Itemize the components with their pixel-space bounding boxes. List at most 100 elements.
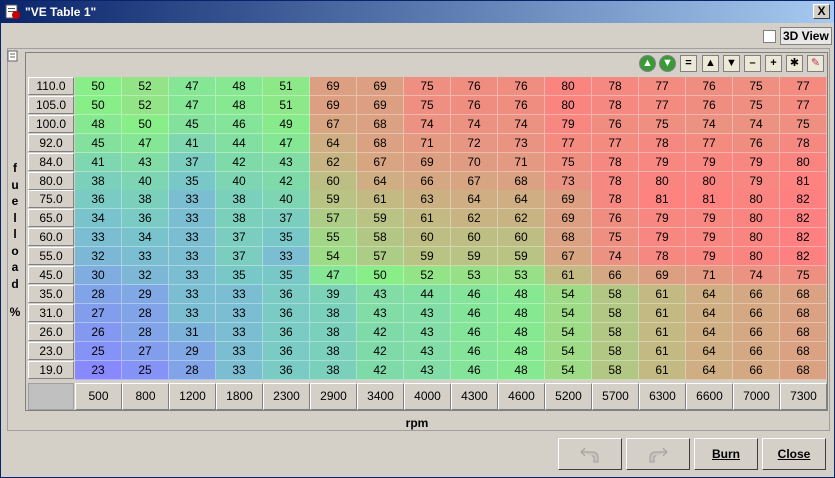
table-cell[interactable]: 63 [404, 190, 451, 210]
table-cell[interactable]: 67 [451, 171, 498, 191]
table-cell[interactable]: 75 [545, 152, 592, 172]
table-cell[interactable]: 67 [545, 247, 592, 267]
table-cell[interactable]: 33 [216, 341, 263, 361]
table-cell[interactable]: 46 [451, 322, 498, 342]
table-cell[interactable]: 36 [122, 209, 169, 229]
table-cell[interactable]: 78 [592, 171, 639, 191]
table-cell[interactable]: 68 [545, 228, 592, 248]
table-cell[interactable]: 44 [404, 284, 451, 304]
table-cell[interactable]: 78 [592, 190, 639, 210]
table-cell[interactable]: 36 [263, 322, 310, 342]
y-axis-cell[interactable]: 84.0 [28, 152, 74, 171]
table-cell[interactable]: 79 [733, 171, 780, 191]
table-cell[interactable]: 79 [686, 209, 733, 229]
table-cell[interactable]: 43 [404, 360, 451, 380]
table-cell[interactable]: 38 [310, 341, 357, 361]
table-cell[interactable]: 81 [780, 171, 827, 191]
table-cell[interactable]: 38 [310, 322, 357, 342]
table-cell[interactable]: 48 [75, 114, 122, 134]
table-cell[interactable]: 82 [780, 209, 827, 229]
table-cell[interactable]: 76 [498, 95, 545, 115]
table-cell[interactable]: 79 [639, 152, 686, 172]
y-axis-cell[interactable]: 75.0 [28, 190, 74, 209]
table-cell[interactable]: 47 [310, 266, 357, 285]
y-axis-cell[interactable]: 110.0 [28, 77, 74, 95]
table-cell[interactable]: 74 [451, 114, 498, 134]
table-cell[interactable]: 77 [780, 95, 827, 115]
table-cell[interactable]: 79 [686, 228, 733, 248]
table-cell[interactable]: 66 [733, 284, 780, 304]
table-cell[interactable]: 76 [592, 114, 639, 134]
table-cell[interactable]: 40 [263, 190, 310, 210]
view-3d-checkbox[interactable] [763, 30, 776, 43]
x-axis-cell[interactable]: 800 [122, 383, 169, 410]
table-cell[interactable]: 48 [498, 322, 545, 342]
table-cell[interactable]: 51 [263, 95, 310, 115]
table-cell[interactable]: 33 [169, 266, 216, 285]
x-axis-cell[interactable]: 4600 [498, 383, 545, 410]
table-cell[interactable]: 37 [263, 209, 310, 229]
y-axis-cell[interactable]: 100.0 [28, 114, 74, 133]
table-cell[interactable]: 42 [263, 171, 310, 191]
multiply-icon[interactable]: ✱ [786, 55, 803, 72]
y-axis-cell[interactable]: 80.0 [28, 171, 74, 190]
table-cell[interactable]: 59 [404, 247, 451, 267]
close-button[interactable]: Close [762, 438, 826, 470]
table-cell[interactable]: 49 [263, 114, 310, 134]
table-cell[interactable]: 33 [216, 360, 263, 380]
table-cell[interactable]: 80 [639, 171, 686, 191]
table-cell[interactable]: 46 [451, 284, 498, 304]
pencil-icon[interactable]: ✎ [807, 55, 824, 72]
table-cell[interactable]: 46 [216, 114, 263, 134]
table-cell[interactable]: 75 [733, 77, 780, 96]
table-cell[interactable]: 33 [216, 303, 263, 323]
y-axis-cell[interactable]: 45.0 [28, 266, 74, 284]
table-cell[interactable]: 39 [310, 284, 357, 304]
minus-icon[interactable]: – [744, 55, 761, 72]
table-cell[interactable]: 42 [216, 152, 263, 172]
table-cell[interactable]: 71 [686, 266, 733, 285]
table-cell[interactable]: 60 [310, 171, 357, 191]
title-bar[interactable]: "VE Table 1" X [1, 1, 834, 23]
table-cell[interactable]: 78 [592, 77, 639, 96]
table-cell[interactable]: 53 [451, 266, 498, 285]
table-cell[interactable]: 25 [75, 341, 122, 361]
table-cell[interactable]: 68 [780, 360, 827, 380]
table-cell[interactable]: 75 [733, 95, 780, 115]
table-cell[interactable]: 80 [733, 228, 780, 248]
table-cell[interactable]: 38 [216, 190, 263, 210]
table-cell[interactable]: 79 [639, 209, 686, 229]
table-cell[interactable]: 33 [169, 284, 216, 304]
table-cell[interactable]: 73 [545, 171, 592, 191]
table-cell[interactable]: 52 [404, 266, 451, 285]
table-cell[interactable]: 76 [451, 77, 498, 96]
table-cell[interactable]: 33 [216, 322, 263, 342]
table-cell[interactable]: 32 [122, 266, 169, 285]
table-cell[interactable]: 66 [733, 360, 780, 380]
table-cell[interactable]: 76 [733, 133, 780, 153]
table-cell[interactable]: 47 [263, 133, 310, 153]
table-cell[interactable]: 38 [75, 171, 122, 191]
table-cell[interactable]: 43 [357, 303, 404, 323]
table-cell[interactable]: 42 [357, 341, 404, 361]
table-cell[interactable]: 45 [75, 133, 122, 153]
table-cell[interactable]: 28 [122, 303, 169, 323]
table-cell[interactable]: 77 [686, 133, 733, 153]
view-3d-label[interactable]: 3D View [780, 27, 832, 45]
x-axis-cell[interactable]: 4000 [404, 383, 451, 410]
table-cell[interactable]: 68 [357, 114, 404, 134]
table-cell[interactable]: 23 [75, 360, 122, 380]
table-cell[interactable]: 64 [451, 190, 498, 210]
table-cell[interactable]: 68 [780, 284, 827, 304]
table-cell[interactable]: 74 [404, 114, 451, 134]
table-cell[interactable]: 75 [592, 228, 639, 248]
table-cell[interactable]: 77 [545, 133, 592, 153]
table-cell[interactable]: 78 [639, 133, 686, 153]
table-cell[interactable]: 37 [169, 152, 216, 172]
table-cell[interactable]: 48 [498, 360, 545, 380]
table-cell[interactable]: 61 [639, 303, 686, 323]
table-cell[interactable]: 27 [122, 341, 169, 361]
triangle-down-icon[interactable]: ▼ [723, 55, 740, 72]
table-cell[interactable]: 59 [451, 247, 498, 267]
table-cell[interactable]: 71 [404, 133, 451, 153]
